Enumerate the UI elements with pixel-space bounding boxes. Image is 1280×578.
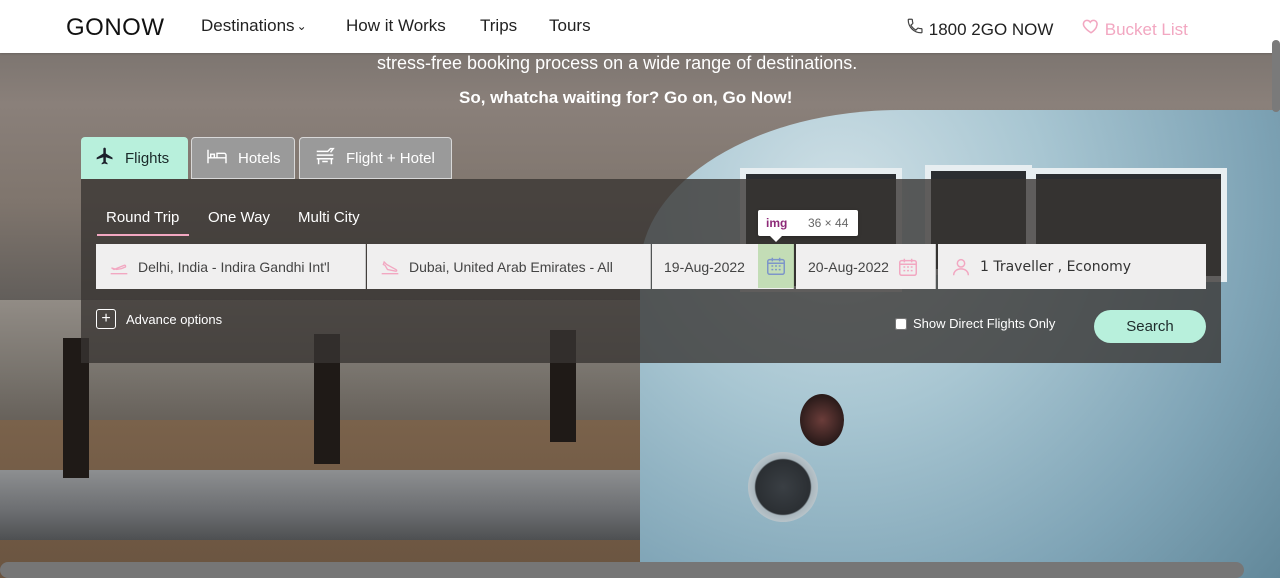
nav-destinations[interactable]: Destinations ⌄ bbox=[201, 16, 307, 36]
logo[interactable]: GONOW bbox=[66, 14, 165, 42]
tooltip-dimensions: 36 × 44 bbox=[808, 216, 849, 230]
tab-flights-label: Flights bbox=[125, 149, 170, 167]
tooltip-tag: img bbox=[766, 216, 788, 230]
top-navbar: GONOW Destinations ⌄ How it Works Trips T… bbox=[0, 0, 1280, 53]
advance-options-label: Advance options bbox=[126, 311, 223, 327]
from-field[interactable]: Delhi, India - Indira Gandhi Int'l bbox=[96, 244, 366, 289]
landing-icon bbox=[379, 256, 401, 278]
hero-subtagline: So, whatcha waiting for? Go on, Go Now! bbox=[459, 88, 793, 107]
direct-flights-label: Show Direct Flights Only bbox=[913, 316, 1056, 331]
multi-city-option[interactable]: Multi City bbox=[298, 209, 360, 226]
tab-hotels[interactable]: Hotels bbox=[191, 137, 295, 179]
vertical-scrollbar[interactable] bbox=[1272, 40, 1280, 112]
depart-date-value: 19-Aug-2022 bbox=[664, 258, 745, 275]
travellers-field[interactable]: 1 Traveller , Economy bbox=[938, 244, 1206, 289]
one-way-option[interactable]: One Way bbox=[208, 209, 270, 226]
inspector-tooltip: img 36 × 44 bbox=[758, 210, 858, 242]
round-trip-option[interactable]: Round Trip bbox=[106, 209, 179, 226]
to-field[interactable]: Dubai, United Arab Emirates - All bbox=[367, 244, 651, 289]
return-date-value: 20-Aug-2022 bbox=[808, 258, 889, 275]
calendar-icon[interactable] bbox=[897, 256, 919, 278]
direct-flights-checkbox[interactable] bbox=[895, 317, 907, 330]
bucket-list-label: Bucket List bbox=[1104, 20, 1188, 39]
takeoff-icon bbox=[108, 256, 130, 278]
van-mirror bbox=[800, 394, 844, 446]
advance-options[interactable]: + Advance options bbox=[96, 309, 222, 329]
to-value: Dubai, United Arab Emirates - All bbox=[409, 258, 613, 275]
travellers-value: 1 Traveller , Economy bbox=[980, 258, 1132, 275]
bed-icon bbox=[206, 147, 228, 169]
calendar-icon[interactable] bbox=[765, 255, 787, 281]
direct-flights-toggle[interactable]: Show Direct Flights Only bbox=[895, 316, 1055, 331]
phone-icon bbox=[906, 18, 929, 39]
round-trip-underline bbox=[97, 234, 189, 236]
nav-trips[interactable]: Trips bbox=[480, 16, 517, 36]
horizontal-scrollbar[interactable] bbox=[0, 562, 1244, 578]
tab-flights[interactable]: Flights bbox=[81, 137, 188, 179]
tab-flight-hotel[interactable]: Flight + Hotel bbox=[299, 137, 452, 179]
person-icon bbox=[950, 256, 972, 278]
van-headlight bbox=[748, 452, 818, 522]
from-value: Delhi, India - Indira Gandhi Int'l bbox=[138, 258, 330, 275]
phone-link[interactable]: 1800 2GO NOW bbox=[906, 17, 1053, 40]
nav-how-it-works[interactable]: How it Works bbox=[346, 16, 446, 36]
tab-flight-hotel-label: Flight + Hotel bbox=[346, 149, 435, 167]
guard-rail bbox=[0, 470, 720, 540]
nav-destinations-label: Destinations bbox=[201, 16, 295, 35]
hero-tagline: stress-free booking process on a wide ra… bbox=[377, 53, 858, 73]
phone-number: 1800 2GO NOW bbox=[928, 20, 1054, 39]
plus-icon: + bbox=[96, 309, 116, 329]
bucket-list-link[interactable]: Bucket List bbox=[1082, 17, 1188, 40]
airplane-icon bbox=[95, 146, 115, 170]
tab-hotels-label: Hotels bbox=[238, 149, 281, 167]
heart-icon bbox=[1082, 19, 1105, 39]
flight-hotel-icon bbox=[314, 145, 336, 171]
chevron-down-icon: ⌄ bbox=[296, 19, 307, 33]
nav-tours[interactable]: Tours bbox=[549, 16, 591, 36]
return-date-field[interactable]: 20-Aug-2022 bbox=[796, 244, 936, 289]
search-button[interactable]: Search bbox=[1094, 310, 1206, 343]
